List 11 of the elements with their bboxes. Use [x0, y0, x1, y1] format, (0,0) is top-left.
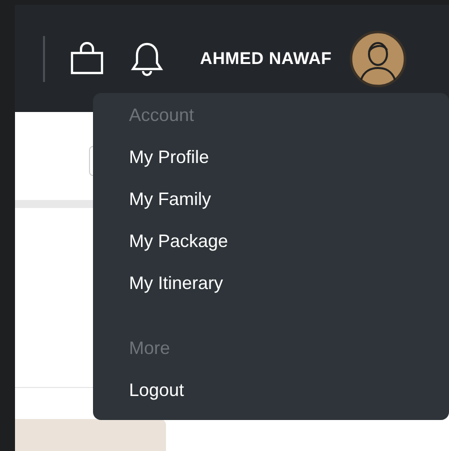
menu-item[interactable]: My Package — [129, 229, 228, 254]
avatar-icon[interactable] — [348, 30, 407, 88]
user-name[interactable]: AHMED NAWAF — [200, 46, 332, 72]
bell-icon[interactable] — [130, 40, 164, 76]
shopping-bag-icon[interactable] — [70, 42, 104, 75]
menu-item[interactable]: My Family — [129, 187, 211, 212]
section-heading: More — [129, 337, 170, 360]
menu-item[interactable]: My Profile — [129, 145, 210, 170]
menu-item[interactable]: Logout — [129, 378, 184, 403]
menu-item[interactable]: My Itinerary — [129, 271, 224, 296]
section-heading: Account — [129, 104, 194, 127]
